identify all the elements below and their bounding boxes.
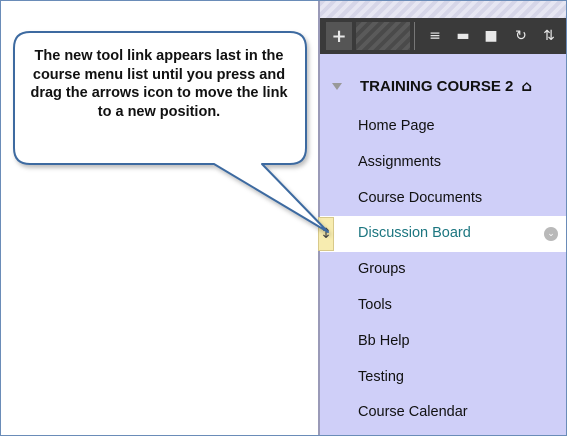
callout-text: The new tool link appears last in the co… [30, 48, 288, 120]
